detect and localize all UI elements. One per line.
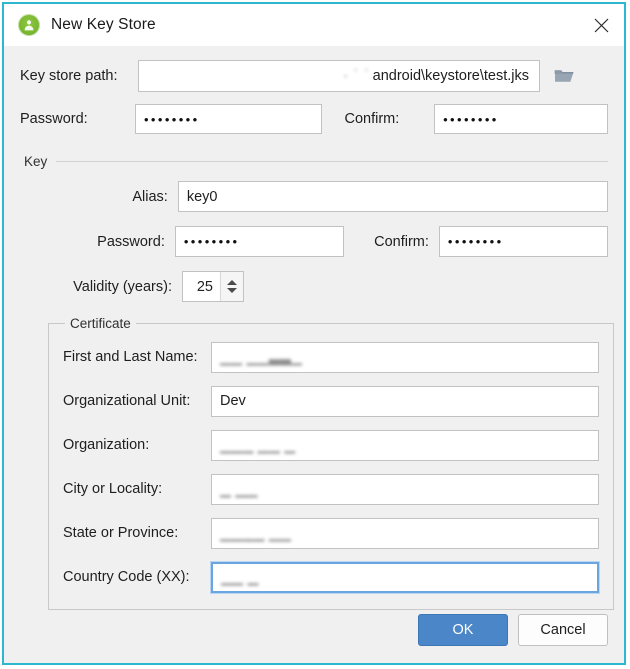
key-confirm-label: Confirm: [374, 233, 429, 250]
first-last-name-label: First and Last Name: [63, 349, 198, 365]
organizational-unit-input[interactable]: Dev [211, 385, 599, 417]
city-or-locality-input[interactable]: ▁ ▁▁ [211, 473, 599, 505]
validity-label: Validity (years): [73, 278, 172, 295]
organizational-unit-value: Dev [220, 393, 246, 409]
key-password-input[interactable]: •••••••• [174, 226, 344, 257]
state-or-province-label: State or Province: [63, 525, 179, 541]
alias-row: Alias: key0 [44, 181, 608, 212]
key-store-path-label: Key store path: [20, 68, 118, 84]
certificate-field-row: Organizational Unit: Dev [63, 379, 599, 423]
first-last-name-value: ▁▁ ▁▁▃▃▁ [220, 348, 303, 365]
cancel-button[interactable]: Cancel [518, 614, 608, 646]
key-confirm-value: •••••••• [447, 234, 504, 249]
android-avatar-icon [18, 14, 40, 36]
alias-value: key0 [186, 188, 218, 205]
key-store-password-input[interactable]: •••••••• [134, 104, 323, 134]
validity-stepper[interactable]: 25 [182, 271, 244, 302]
key-confirm-input[interactable]: •••••••• [438, 226, 608, 257]
alias-input[interactable]: key0 [177, 181, 608, 212]
first-last-name-input[interactable]: ▁▁ ▁▁▃▃▁ [211, 341, 599, 373]
certificate-field-row: Country Code (XX): ▁▁ ▁ [63, 555, 599, 599]
key-store-path-prefix: · ˙ ˙ [343, 68, 371, 84]
state-or-province-value: ▁▁▁▁ ▁▁ [220, 524, 292, 541]
validity-row: Validity (years): 25 [44, 271, 608, 302]
key-store-path-row: Key store path: · ˙ ˙ android\keystore\t… [20, 46, 608, 92]
alias-label: Alias: [132, 188, 168, 205]
chevron-up-icon[interactable] [227, 280, 237, 285]
key-section-divider [56, 161, 608, 162]
key-store-confirm-input[interactable]: •••••••• [434, 104, 608, 134]
certificate-field-row: Organization: ▁▁▁ ▁▁ ▁ [63, 423, 599, 467]
country-code-input[interactable]: ▁▁ ▁ [211, 561, 599, 593]
key-store-path-value: android\keystore\test.jks [372, 68, 529, 84]
key-store-confirm-value: •••••••• [443, 111, 499, 127]
city-or-locality-label: City or Locality: [63, 481, 163, 497]
folder-icon[interactable] [546, 60, 582, 92]
page-title: New Key Store [51, 16, 156, 33]
key-password-row: Password: •••••••• Confirm: •••••••• [44, 226, 608, 257]
ok-button[interactable]: OK [418, 614, 508, 646]
certificate-field-row: State or Province: ▁▁▁▁ ▁▁ [63, 511, 599, 555]
country-code-value: ▁▁ ▁ [221, 568, 259, 585]
key-section-header: Key [20, 154, 608, 169]
key-store-path-input[interactable]: · ˙ ˙ android\keystore\test.jks [138, 60, 540, 92]
key-password-value: •••••••• [183, 234, 240, 249]
organization-value: ▁▁▁ ▁▁ ▁ [220, 436, 296, 453]
key-store-password-label: Password: [20, 111, 88, 127]
dialog-content: Key store path: · ˙ ˙ android\keystore\t… [4, 46, 624, 663]
certificate-field-row: First and Last Name: ▁▁ ▁▁▃▃▁ [63, 335, 599, 379]
certificate-group-title: Certificate [70, 316, 131, 331]
organizational-unit-label: Organizational Unit: [63, 393, 191, 409]
state-or-province-input[interactable]: ▁▁▁▁ ▁▁ [211, 517, 599, 549]
chevron-down-icon[interactable] [227, 288, 237, 293]
key-section-title: Key [24, 154, 48, 169]
title-bar: New Key Store [4, 4, 624, 46]
certificate-field-row: City or Locality: ▁ ▁▁ [63, 467, 599, 511]
key-store-confirm-label: Confirm: [344, 111, 400, 127]
city-or-locality-value: ▁ ▁▁ [220, 480, 258, 497]
close-icon[interactable] [578, 4, 624, 46]
certificate-group: Certificate First and Last Name: ▁▁ ▁▁▃▃… [48, 316, 614, 610]
validity-value: 25 [196, 278, 213, 295]
key-store-password-value: •••••••• [143, 111, 200, 127]
organization-input[interactable]: ▁▁▁ ▁▁ ▁ [211, 429, 599, 461]
organization-label: Organization: [63, 437, 150, 453]
dialog-footer: OK Cancel [418, 614, 608, 646]
key-password-label: Password: [97, 233, 165, 250]
key-store-password-row: Password: •••••••• Confirm: •••••••• [20, 92, 608, 134]
new-key-store-dialog: New Key Store Key store path: · ˙ ˙ andr… [2, 2, 626, 665]
validity-stepper-buttons[interactable] [220, 272, 243, 301]
key-fields: Alias: key0 Password: •••••••• Confirm: … [20, 181, 608, 302]
country-code-label: Country Code (XX): [63, 569, 190, 585]
